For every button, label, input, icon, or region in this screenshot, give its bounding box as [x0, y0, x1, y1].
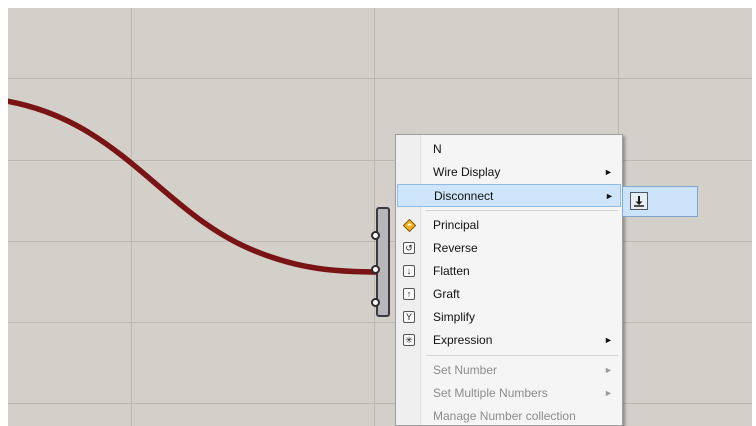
input-grip-top[interactable]: [371, 231, 380, 240]
reverse-icon: ↺: [403, 242, 415, 254]
menu-item-label: Set Multiple Numbers: [433, 386, 548, 400]
menu-item-flatten[interactable]: ↓ Flatten: [396, 260, 622, 283]
submenu-arrow-icon: ►: [604, 167, 613, 177]
menu-item-disconnect[interactable]: Disconnect ►: [397, 184, 621, 207]
menu-item-manage-number-collection[interactable]: Manage Number collection: [396, 405, 622, 425]
menu-item-label: Disconnect: [434, 189, 494, 203]
expression-icon: ✳: [403, 334, 415, 346]
disconnect-wire-button[interactable]: [630, 192, 648, 210]
disconnect-submenu: [622, 186, 698, 217]
input-grip-middle[interactable]: [371, 265, 380, 274]
submenu-arrow-icon: ►: [604, 388, 613, 398]
graft-icon: ↑: [403, 288, 415, 300]
menu-item-reverse[interactable]: ↺ Reverse: [396, 237, 622, 260]
context-menu: N Wire Display ► Disconnect ► Principal …: [395, 134, 623, 426]
menu-item-wire-display[interactable]: Wire Display ►: [396, 161, 622, 184]
menu-item-name[interactable]: N: [396, 138, 622, 161]
menu-item-label: Simplify: [433, 310, 476, 324]
submenu-arrow-icon: ►: [605, 191, 614, 201]
menu-item-simplify[interactable]: Y Simplify: [396, 306, 622, 329]
menu-item-graft[interactable]: ↑ Graft: [396, 283, 622, 306]
menu-separator: [426, 210, 618, 211]
menu-item-set-multiple-numbers[interactable]: Set Multiple Numbers ►: [396, 382, 622, 405]
number-parameter-component[interactable]: [371, 207, 390, 317]
menu-item-expression[interactable]: ✳ Expression ►: [396, 329, 622, 352]
menu-item-label: Set Number: [433, 363, 498, 377]
menu-item-label: Expression: [433, 333, 493, 347]
simplify-icon: Y: [403, 311, 415, 323]
menu-separator: [426, 355, 618, 356]
principal-diamond-icon: [402, 218, 417, 233]
menu-item-label: N: [433, 142, 442, 156]
menu-item-label: Flatten: [433, 264, 470, 278]
input-grip-bottom[interactable]: [371, 298, 380, 307]
menu-item-set-number[interactable]: Set Number ►: [396, 359, 622, 382]
menu-item-label: Wire Display: [433, 165, 501, 179]
flatten-icon: ↓: [403, 265, 415, 277]
menu-item-principal[interactable]: Principal: [396, 214, 622, 237]
menu-item-label: Manage Number collection: [433, 409, 576, 423]
submenu-arrow-icon: ►: [604, 335, 613, 345]
menu-item-label: Graft: [433, 287, 460, 301]
disconnect-wire-icon: [634, 196, 644, 207]
menu-item-label: Reverse: [433, 241, 478, 255]
submenu-arrow-icon: ►: [604, 365, 613, 375]
menu-item-label: Principal: [433, 218, 480, 232]
